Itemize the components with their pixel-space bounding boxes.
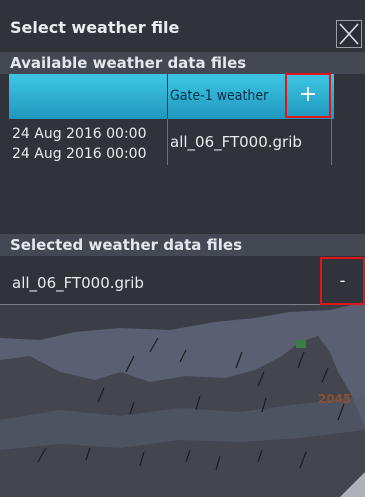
map-label: 2045 [318,392,351,406]
selected-file-row[interactable]: all_06_FT000.grib - [0,257,365,305]
file-date-from: 24 Aug 2016 00:00 [12,126,147,142]
selected-file-name: all_06_FT000.grib [12,274,144,292]
available-file-name[interactable]: all_06_FT000.grib [170,133,302,151]
remove-file-button[interactable]: - [320,257,365,305]
file-row-dates[interactable]: 24 Aug 2016 00:00 24 Aug 2016 00:00 [12,124,162,164]
column-divider-right [331,119,332,165]
add-file-button[interactable]: + [285,73,331,118]
date-column-header[interactable] [9,74,167,119]
close-icon [339,23,359,45]
selected-files-header: Selected weather data files [0,234,365,256]
available-files-header: Available weather data files [0,52,365,74]
close-button[interactable] [336,20,362,48]
dialog-title-bar: Select weather file [0,8,365,48]
column-divider [167,119,168,165]
dialog-title: Select weather file [10,18,180,37]
file-date-to: 24 Aug 2016 00:00 [12,146,147,162]
green-map-marker [296,340,306,348]
